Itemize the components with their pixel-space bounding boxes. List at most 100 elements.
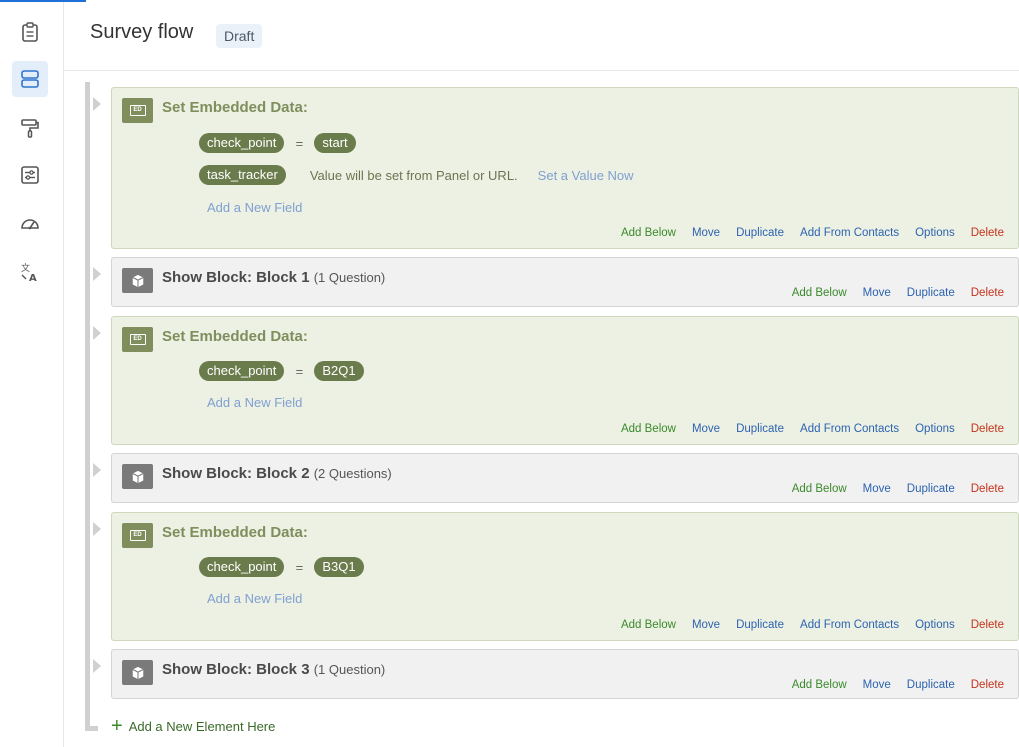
embedded-field-row: check_point = B3Q1 [199,557,364,577]
plus-icon: + [111,715,123,737]
element-title: Set Embedded Data: [162,99,308,116]
block-title: Show Block: Block 1 [162,269,310,286]
add-below-link[interactable]: Add Below [621,423,676,435]
element-actions: Add Below Move Duplicate Add From Contac… [605,619,1004,631]
block-element[interactable]: Show Block: Block 3 (1 Question) Add Bel… [111,649,1019,699]
field-name-pill[interactable]: check_point [199,133,285,153]
embedded-data-icon: ED [122,327,153,352]
embedded-field-row: check_point = B2Q1 [199,361,364,381]
add-new-field-link[interactable]: Add a New Field [207,591,302,606]
set-value-now-link[interactable]: Set a Value Now [538,168,634,183]
look-and-feel-nav-button[interactable] [12,110,48,146]
block-element[interactable]: Show Block: Block 1 (1 Question) Add Bel… [111,257,1019,307]
clipboard-icon [22,22,38,42]
element-title: Set Embedded Data: [162,328,308,345]
flow-connector-line [85,82,90,731]
survey-options-icon [21,166,39,184]
equals-sign: = [295,559,304,575]
delete-link[interactable]: Delete [971,423,1004,435]
add-below-link[interactable]: Add Below [792,483,847,495]
delete-link[interactable]: Delete [971,619,1004,631]
field-name-pill[interactable]: task_tracker [199,165,286,185]
flow-arrow-icon [93,97,101,111]
survey-nav-button[interactable] [12,14,48,50]
svg-text:A: A [29,273,37,283]
duplicate-link[interactable]: Duplicate [907,483,955,495]
field-value-pill[interactable]: start [314,133,356,153]
options-link[interactable]: Options [915,423,955,435]
delete-link[interactable]: Delete [971,483,1004,495]
add-new-element-label: Add a New Element Here [128,718,276,734]
embedded-data-icon: ED [122,523,153,548]
question-count: (1 Question) [313,270,386,285]
element-title: Show Block: Block 2 (2 Questions) [162,465,392,482]
field-value-pill[interactable]: B2Q1 [314,361,364,381]
duplicate-link[interactable]: Duplicate [736,619,784,631]
embedded-data-element[interactable]: ED Set Embedded Data: check_point = B2Q1… [111,316,1019,445]
embedded-data-icon: ED [122,98,153,123]
flow-arrow-icon [93,522,101,536]
move-link[interactable]: Move [692,227,720,239]
tools-nav-button[interactable] [12,206,48,242]
add-from-contacts-link[interactable]: Add From Contacts [800,227,899,239]
translate-nav-button[interactable]: 文 A [12,254,48,290]
equals-sign: = [295,135,304,151]
add-below-link[interactable]: Add Below [792,679,847,691]
add-from-contacts-link[interactable]: Add From Contacts [800,619,899,631]
paint-roller-icon [21,119,39,138]
element-actions: Add Below Move Duplicate Delete [776,483,1004,495]
add-new-field-link[interactable]: Add a New Field [207,200,302,215]
options-link[interactable]: Options [915,619,955,631]
move-link[interactable]: Move [692,423,720,435]
embedded-data-element[interactable]: ED Set Embedded Data: check_point = B3Q1… [111,512,1019,641]
move-link[interactable]: Move [863,287,891,299]
embedded-field-row: task_tracker Value will be set from Pane… [199,165,634,185]
block-cube-icon [122,660,153,685]
status-badge: Draft [216,24,263,48]
element-actions: Add Below Move Duplicate Delete [776,679,1004,691]
flow-arrow-icon [93,326,101,340]
element-title: Show Block: Block 3 (1 Question) [162,661,385,678]
delete-link[interactable]: Delete [971,679,1004,691]
survey-flow-icon [21,70,39,88]
element-actions: Add Below Move Duplicate Add From Contac… [605,423,1004,435]
element-actions: Add Below Move Duplicate Add From Contac… [605,227,1004,239]
survey-flow-nav-button[interactable] [12,61,48,97]
delete-link[interactable]: Delete [971,227,1004,239]
duplicate-link[interactable]: Duplicate [907,287,955,299]
add-below-link[interactable]: Add Below [792,287,847,299]
add-from-contacts-link[interactable]: Add From Contacts [800,423,899,435]
add-new-field-link[interactable]: Add a New Field [207,395,302,410]
duplicate-link[interactable]: Duplicate [736,423,784,435]
flow-arrow-icon [93,659,101,673]
embedded-data-element[interactable]: ED Set Embedded Data: check_point = star… [111,87,1019,249]
add-below-link[interactable]: Add Below [621,227,676,239]
field-name-pill[interactable]: check_point [199,557,285,577]
delete-link[interactable]: Delete [971,287,1004,299]
question-count: (1 Question) [313,662,386,677]
field-name-pill[interactable]: check_point [199,361,285,381]
duplicate-link[interactable]: Duplicate [907,679,955,691]
field-value-note: Value will be set from Panel or URL. [309,167,518,183]
block-element[interactable]: Show Block: Block 2 (2 Questions) Add Be… [111,453,1019,503]
block-cube-icon [122,464,153,489]
survey-options-nav-button[interactable] [12,157,48,193]
element-title: Show Block: Block 1 (1 Question) [162,269,385,286]
element-actions: Add Below Move Duplicate Delete [776,287,1004,299]
question-count: (2 Questions) [313,466,392,481]
move-link[interactable]: Move [863,483,891,495]
flow-arrow-icon [93,267,101,281]
gauge-icon [21,219,39,230]
add-below-link[interactable]: Add Below [621,619,676,631]
add-new-element-button[interactable]: + Add a New Element Here [111,715,276,737]
left-nav-rail: 文 A [0,0,64,747]
move-link[interactable]: Move [692,619,720,631]
flow-arrow-icon [93,463,101,477]
equals-sign: = [295,363,304,379]
duplicate-link[interactable]: Duplicate [736,227,784,239]
options-link[interactable]: Options [915,227,955,239]
move-link[interactable]: Move [863,679,891,691]
page-header: Survey flow Draft [64,0,1019,71]
element-title: Set Embedded Data: [162,524,308,541]
field-value-pill[interactable]: B3Q1 [314,557,364,577]
